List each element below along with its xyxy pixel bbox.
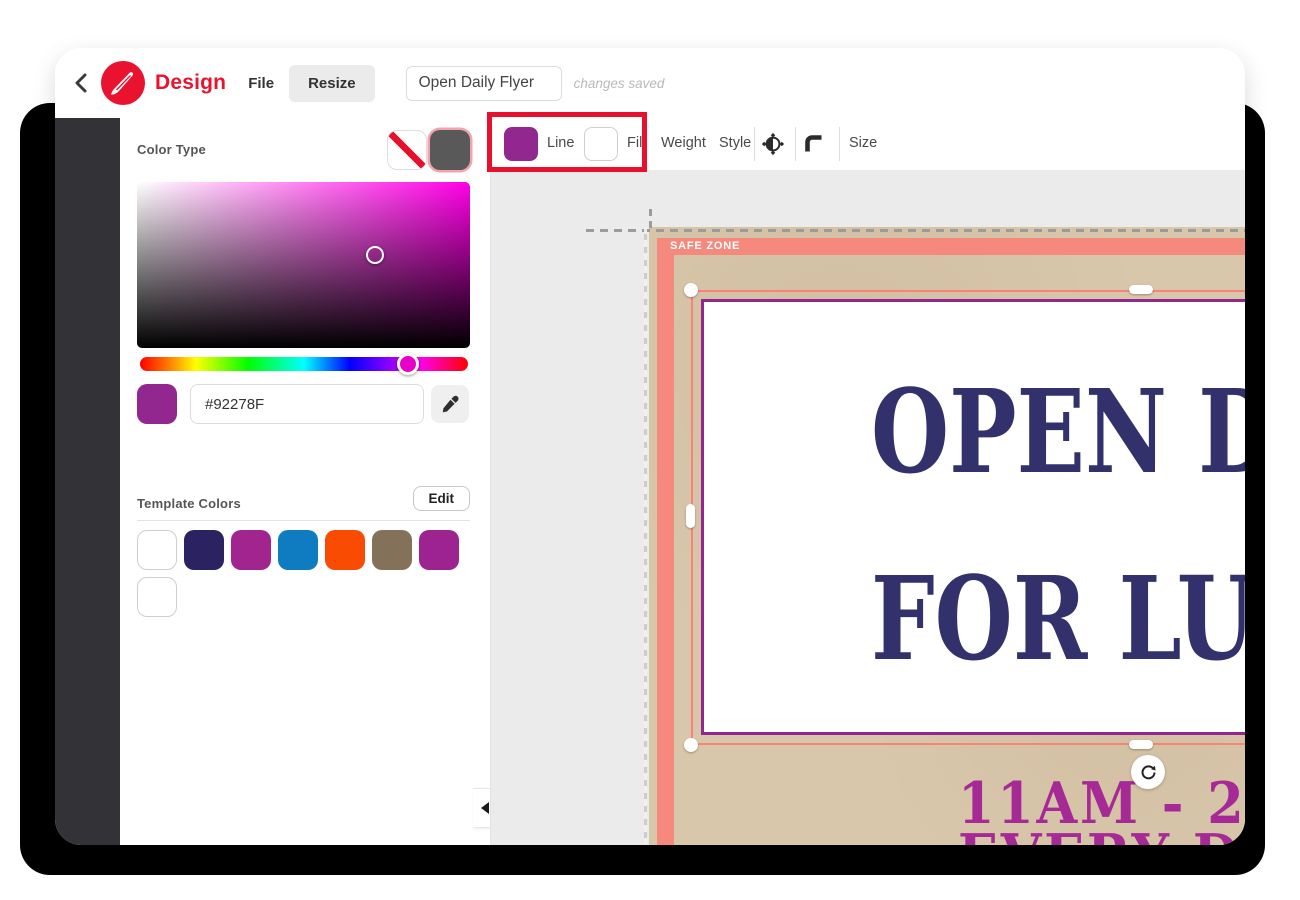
style-menu[interactable]: Style <box>719 135 751 151</box>
crop-guide-vertical <box>644 227 647 845</box>
line-color-swatch[interactable] <box>504 127 538 161</box>
template-swatch-magenta[interactable] <box>231 530 271 570</box>
flyer-clipped-bottom-text[interactable]: EVERY D <box>958 827 1241 845</box>
flyer-headline-line1[interactable]: OPEN DA <box>871 375 1245 490</box>
eyedropper-button[interactable] <box>431 385 469 423</box>
hex-color-input[interactable] <box>190 384 424 424</box>
color-panel: Color Type Template Colors Edit <box>120 118 497 845</box>
corner-style-icon[interactable] <box>803 133 825 155</box>
document-title-input[interactable] <box>405 65 562 101</box>
resize-button[interactable]: Resize <box>289 64 375 102</box>
toolbar-divider <box>754 127 755 161</box>
template-color-row-1 <box>137 530 459 570</box>
shape-toolbar: Line Fill Weight Style Size <box>491 118 1245 170</box>
saturation-value-picker[interactable] <box>137 182 470 348</box>
template-swatch-blue[interactable] <box>278 530 318 570</box>
flyer-headline-line2[interactable]: FOR LUN <box>871 562 1245 677</box>
rotate-handle[interactable] <box>1131 755 1165 789</box>
template-swatch-white[interactable] <box>137 530 177 570</box>
template-swatch-purple[interactable] <box>419 530 459 570</box>
resize-handle-bottom-left[interactable] <box>684 738 698 752</box>
template-swatch-taupe[interactable] <box>372 530 412 570</box>
template-swatch-orange[interactable] <box>325 530 365 570</box>
fill-label: Fill <box>627 135 646 151</box>
saturation-cursor[interactable] <box>366 246 384 264</box>
safe-zone-label: SAFE ZONE <box>670 240 741 252</box>
save-status: changes saved <box>573 75 665 91</box>
top-bar: Design File Resize changes saved <box>55 48 1245 118</box>
rotate-icon <box>1141 764 1156 779</box>
no-color-button[interactable] <box>387 130 427 170</box>
hue-slider-handle[interactable] <box>397 353 419 375</box>
tools-sidebar <box>55 118 120 845</box>
file-menu[interactable]: File <box>248 75 274 92</box>
fill-color-swatch[interactable] <box>584 127 618 161</box>
size-menu[interactable]: Size <box>849 135 877 151</box>
edit-template-colors-button[interactable]: Edit <box>412 486 470 511</box>
resize-handle-bottom[interactable] <box>1129 740 1153 749</box>
template-swatch-navy[interactable] <box>184 530 224 570</box>
stroke-align-icon[interactable] <box>762 133 784 155</box>
eyedropper-icon <box>442 395 458 412</box>
alignment-guide-vertical-stub <box>649 209 652 229</box>
resize-handle-top[interactable] <box>1129 285 1153 294</box>
brand-logo-brush-icon[interactable] <box>101 61 145 105</box>
alignment-guide-horizontal <box>586 229 1245 232</box>
canvas-area[interactable]: Line Fill Weight Style Size SAFE ZONE OP… <box>487 112 1245 845</box>
template-swatch-white-2[interactable] <box>137 577 177 617</box>
app-name: Design <box>155 71 227 94</box>
resize-handle-left[interactable] <box>686 504 695 528</box>
template-color-row-2 <box>137 577 177 617</box>
app-window: Design File Resize changes saved Color T… <box>55 48 1245 845</box>
toolbar-divider <box>839 127 840 161</box>
color-type-label: Color Type <box>137 142 206 157</box>
weight-menu[interactable]: Weight <box>661 135 706 151</box>
flyer-document[interactable]: SAFE ZONE OPEN DA FOR LUN 11AM - 2P EVER… <box>649 227 1245 845</box>
template-colors-label: Template Colors <box>137 496 241 511</box>
line-label: Line <box>547 135 575 151</box>
solid-color-button[interactable] <box>430 130 470 170</box>
back-chevron-icon[interactable] <box>73 73 89 93</box>
collapse-arrow-icon <box>480 802 489 814</box>
toolbar-divider <box>795 127 796 161</box>
resize-handle-top-left[interactable] <box>684 283 698 297</box>
divider <box>137 520 470 521</box>
current-color-swatch <box>137 384 177 424</box>
